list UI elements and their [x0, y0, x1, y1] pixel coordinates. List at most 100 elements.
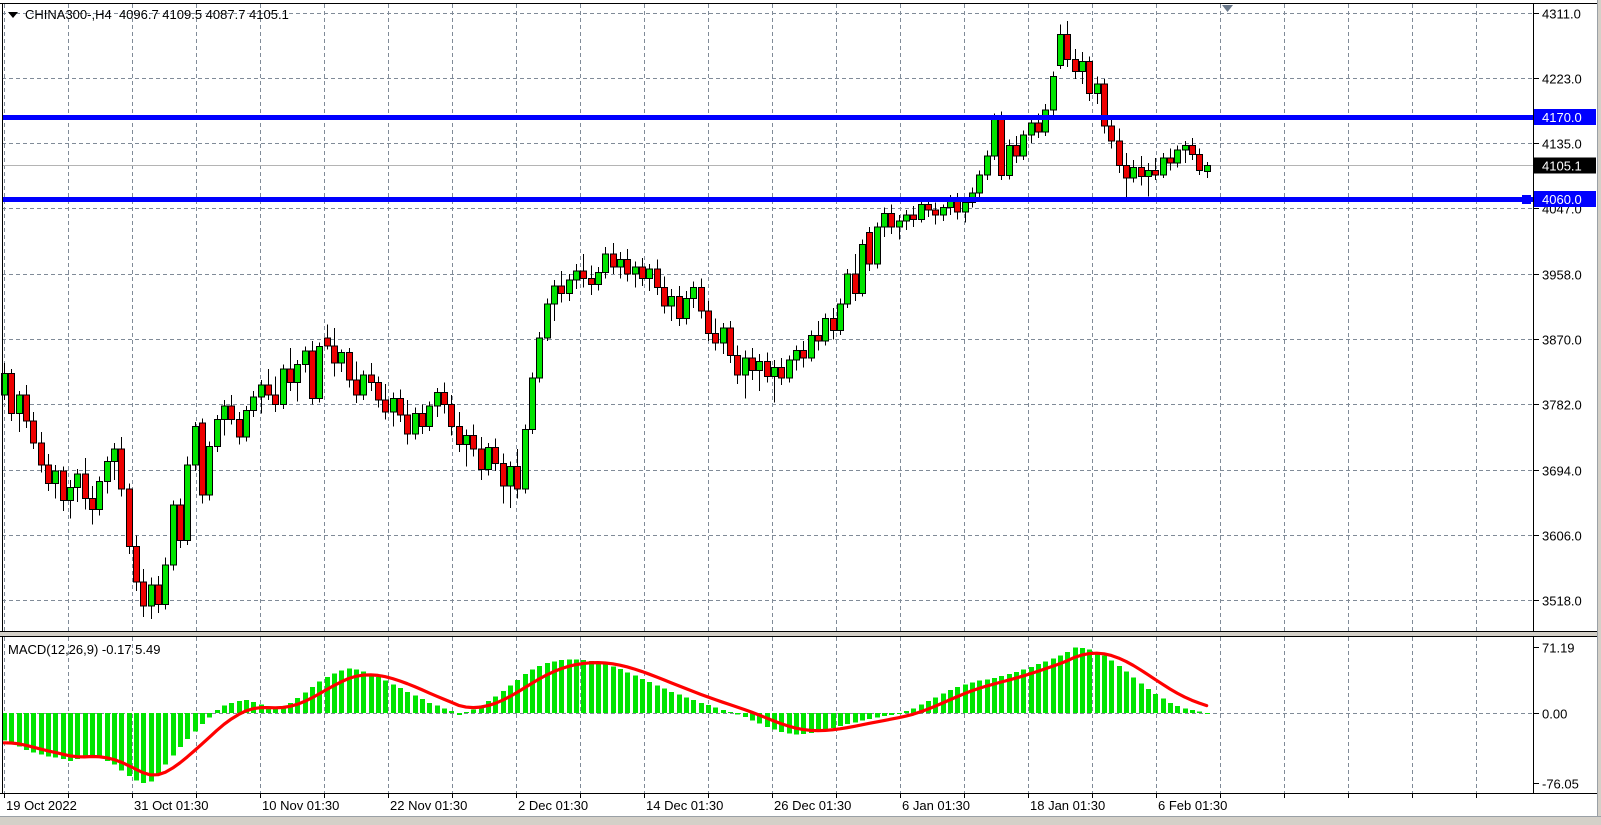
macd-histogram-bar [325, 677, 330, 713]
macd-histogram-bar [853, 713, 858, 722]
candle-down [420, 413, 426, 426]
candle-down [83, 474, 89, 498]
horizontal-line-4060.0[interactable] [2, 197, 1533, 202]
macd-histogram-bar [1095, 652, 1100, 713]
candle-up [1161, 158, 1167, 175]
macd-histogram-bar [83, 713, 88, 757]
candle-down [853, 274, 859, 293]
macd-histogram-bar [237, 701, 242, 713]
candle-up [17, 395, 23, 414]
macd-histogram-bar [1205, 713, 1210, 714]
candle-up [1205, 165, 1211, 171]
line-edge-handle[interactable] [1522, 195, 1531, 204]
ohlc-readout: 4096.7 4109.5 4087.7 4105.1 [119, 7, 289, 22]
candle-down [457, 427, 463, 445]
macd-histogram-bar [845, 713, 850, 724]
candle-up [882, 213, 888, 226]
candle-down [325, 338, 331, 346]
macd-histogram-bar [156, 713, 161, 774]
candle-down [611, 254, 617, 267]
macd-histogram-bar [149, 713, 154, 781]
candle-down [933, 210, 939, 215]
candle-up [1080, 62, 1086, 72]
candle-up [193, 427, 199, 465]
candle-up [295, 365, 301, 383]
main-chart-pane[interactable] [2, 4, 1533, 631]
candle-up [647, 269, 653, 279]
candle-down [9, 373, 15, 413]
macd-histogram-bar [706, 705, 711, 713]
macd-histogram-bar [1139, 683, 1144, 713]
candle-up [809, 336, 815, 358]
candle-down [999, 116, 1005, 176]
candle-down [640, 267, 646, 279]
candle-up [875, 227, 881, 264]
candle-down [501, 464, 507, 486]
candle-up [105, 461, 111, 481]
candle-up [171, 505, 177, 565]
macd-histogram-bar [882, 713, 887, 716]
window-edge-bottom [0, 817, 1601, 825]
chart-canvas[interactable]: 4311.04223.04135.04047.03958.03870.03782… [0, 0, 1601, 825]
pane-separator-gap[interactable] [0, 632, 1601, 636]
candle-down [369, 375, 375, 382]
candle-up [757, 362, 763, 371]
candle-up [552, 286, 558, 304]
macd-histogram-bar [589, 661, 594, 713]
symbol-timeframe: CHINA300-,H4 [25, 7, 112, 22]
candle-up [721, 328, 727, 343]
macd-histogram-bar [457, 713, 462, 715]
candle-down [1197, 154, 1203, 170]
macd-histogram-bar [383, 681, 388, 713]
macd-histogram-bar [713, 707, 718, 713]
candle-up [1051, 77, 1057, 110]
candle-down [706, 311, 712, 333]
candle-down [750, 358, 756, 371]
price-axis[interactable] [1534, 4, 1598, 793]
macd-histogram-bar [361, 671, 366, 713]
candle-up [1146, 171, 1152, 177]
macd-histogram-bar [530, 670, 535, 713]
macd-histogram-bar [699, 703, 704, 713]
macd-histogram-bar [1175, 706, 1180, 713]
macd-histogram-bar [655, 685, 660, 713]
candle-up [1183, 145, 1189, 149]
candle-down [134, 547, 140, 583]
candle-down [449, 404, 455, 426]
macd-histogram-bar [735, 713, 740, 714]
macd-histogram-bar [823, 713, 828, 730]
symbol-dropdown-icon [8, 12, 18, 18]
candle-up [259, 385, 265, 397]
macd-histogram-bar [68, 713, 73, 761]
macd-histogram-bar [9, 713, 14, 743]
macd-histogram-bar [193, 713, 198, 731]
macd-histogram-bar [163, 713, 168, 765]
macd-histogram-bar [1197, 712, 1202, 713]
time-axis[interactable] [0, 794, 1597, 816]
macd-histogram-bar [75, 713, 80, 759]
trading-chart-window: 4311.04223.04135.04047.03958.03870.03782… [0, 0, 1601, 825]
candle-up [743, 358, 749, 375]
candle-down [515, 467, 521, 489]
macd-histogram-bar [618, 669, 623, 713]
candle-up [1131, 168, 1137, 178]
macd-histogram-bar [545, 663, 550, 713]
candle-down [61, 471, 67, 501]
candle-down [1109, 126, 1115, 141]
candle-down [816, 336, 822, 341]
candle-up [244, 410, 250, 437]
candle-up [904, 215, 910, 221]
candle-down [229, 406, 235, 419]
candle-down [141, 582, 147, 606]
candle-up [1007, 145, 1013, 175]
macd-histogram-bar [867, 713, 872, 719]
candle-down [655, 269, 661, 288]
macd-histogram-bar [347, 669, 352, 713]
chart-header: CHINA300-,H4 4096.7 4109.5 4087.7 4105.1 [8, 7, 289, 22]
macd-histogram-bar [435, 706, 440, 713]
macd-histogram-bar [471, 709, 476, 713]
candle-up [523, 430, 529, 489]
horizontal-line-4170.0[interactable] [2, 115, 1533, 120]
candle-up [574, 271, 580, 280]
candle-down [200, 423, 206, 495]
